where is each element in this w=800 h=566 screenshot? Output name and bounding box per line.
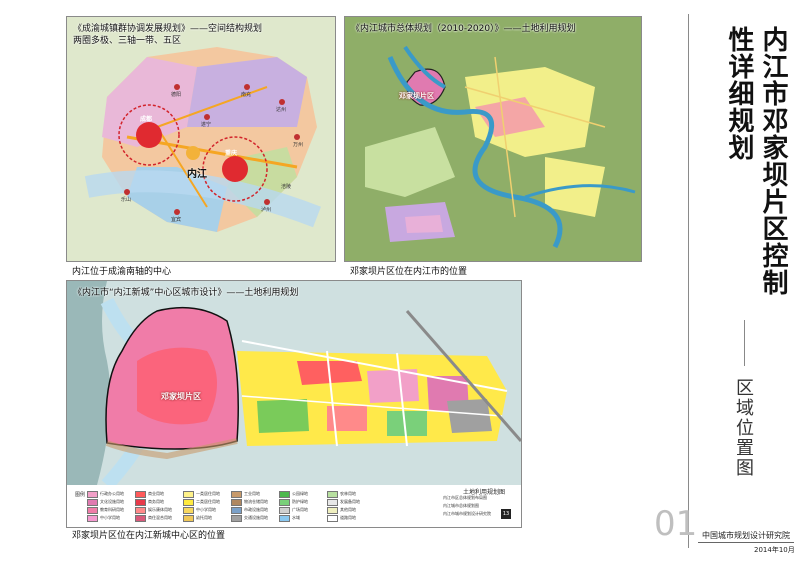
label-suining: 遂宁 (201, 122, 212, 128)
legend-label: 市政设施用地 (244, 507, 268, 512)
legend-swatch (183, 491, 194, 498)
panel2-title: 《内江城市总体规划（2010-2020）》——土地利用规划 (351, 24, 576, 34)
legend-label: 幼托用地 (196, 515, 212, 520)
legend-swatch (279, 515, 290, 522)
legend-label: 商务用地 (148, 499, 164, 504)
page-badge: 13 (501, 509, 511, 519)
legend-swatch (327, 507, 338, 514)
main-title: 内江市邓家坝片区控制性详细规划 (724, 26, 788, 296)
legend-label: 水域 (292, 515, 300, 520)
label-nanchong: 南充 (241, 92, 252, 98)
title-divider (744, 320, 745, 366)
panel-chengyu-structure: 《成渝城镇群协调发展规划》——空间结构规划 两圈多极、三轴一带、五区 成都 重庆… (66, 16, 336, 262)
legend-swatch (135, 491, 146, 498)
label-yibin: 宜宾 (171, 217, 182, 223)
label-wanzhou: 万州 (293, 142, 304, 148)
legend: 图例 行政办公用地 文化设施用地 教育科研用地 中小学用地 商业用地 商务用地 娱乐康体用地… (75, 491, 375, 525)
legend-notes: 内江市区总体规划布局图 内江城市总体规划图 内江市城市规划设计研究院 13 (443, 493, 513, 523)
new-town-landuse-map (67, 281, 521, 485)
legend-swatch (279, 499, 290, 506)
chengyu-structure-map (67, 17, 335, 261)
legend-label: 农林用地 (340, 491, 356, 496)
legend-label: 工业用地 (244, 491, 260, 496)
label-luzhou: 泸州 (261, 207, 272, 213)
legend-swatch (231, 491, 242, 498)
legend-swatch (87, 491, 98, 498)
panel2-caption: 邓家坝片区位在内江市的位置 (350, 267, 468, 277)
legend-label: 其他用地 (340, 507, 356, 512)
legend-note-2: 内江城市总体规划图 (443, 503, 479, 508)
panel1-subtitle: 两圈多极、三轴一带、五区 (73, 36, 182, 46)
legend-swatch (327, 499, 338, 506)
legend-label: 广场用地 (292, 507, 308, 512)
legend-swatch (279, 507, 290, 514)
panel3-title: 《内江市“内江新城”中心区城市设计》——土地利用规划 (73, 288, 299, 298)
legend-columns: 行政办公用地 文化设施用地 教育科研用地 中小学用地 商业用地 商务用地 娱乐康体用地 商住混… (87, 491, 377, 525)
label-chongqing: 重庆 (225, 150, 238, 157)
legend-swatch (279, 491, 290, 498)
legend-label: 行政办公用地 (100, 491, 124, 496)
legend-label: 公园绿地 (292, 491, 308, 496)
label-neijiang: 内江 (187, 169, 207, 180)
legend-heading: 图例 (75, 492, 86, 498)
legend-swatch (135, 507, 146, 514)
footer-line (698, 542, 794, 543)
legend-swatch (231, 507, 242, 514)
legend-swatch (87, 507, 98, 514)
legend-label: 发展备用地 (340, 499, 360, 504)
legend-note-3: 内江市城市规划设计研究院 (443, 511, 491, 516)
legend-label: 道路用地 (340, 515, 356, 520)
legend-swatch (183, 515, 194, 522)
legend-swatch (87, 515, 98, 522)
label-deyang: 德阳 (171, 92, 182, 98)
legend-swatch (87, 499, 98, 506)
institute-name: 中国城市规划设计研究院 (702, 531, 790, 540)
legend-swatch (231, 499, 242, 506)
legend-swatch (135, 515, 146, 522)
legend-label: 中小学用地 (196, 507, 216, 512)
neijiang-landuse-map (345, 17, 641, 261)
legend-label: 物流仓储用地 (244, 499, 268, 504)
legend-label: 一类居住用地 (196, 491, 220, 496)
legend-swatch (231, 515, 242, 522)
legend-swatch (183, 507, 194, 514)
panel-new-town-landuse: 《内江市“内江新城”中心区城市设计》——土地利用规划 邓家坝片区 土地利用规划图… (66, 280, 522, 528)
panel1-caption: 内江位于成渝南轴的中心 (72, 267, 172, 277)
legend-label: 娱乐康体用地 (148, 507, 172, 512)
legend-note-1: 内江市区总体规划布局图 (443, 495, 487, 500)
legend-label: 商业用地 (148, 491, 164, 496)
panel2-area-label: 邓家坝片区 (399, 92, 434, 100)
legend-swatch (327, 491, 338, 498)
legend-label: 文化设施用地 (100, 499, 124, 504)
legend-label: 交通设施用地 (244, 515, 268, 520)
panel-neijiang-master-plan: 《内江城市总体规划（2010-2020）》——土地利用规划 邓家坝片区 (344, 16, 642, 262)
legend-label: 教育科研用地 (100, 507, 124, 512)
legend-swatch (327, 515, 338, 522)
legend-label: 防护绿地 (292, 499, 308, 504)
sub-title: 区域位置图 (733, 378, 754, 478)
panel3-caption: 邓家坝片区位在内江新城中心区的位置 (72, 531, 226, 541)
label-dazhou: 达州 (276, 107, 287, 113)
legend-label: 二类居住用地 (196, 499, 220, 504)
label-fuling: 涪陵 (281, 184, 292, 190)
page-number: 01 (654, 504, 698, 544)
plan-date: 2014年10月 (754, 546, 795, 554)
label-leshan: 乐山 (121, 197, 132, 203)
legend-swatch (135, 499, 146, 506)
legend-label: 商住混合用地 (148, 515, 172, 520)
panel3-area-label: 邓家坝片区 (161, 392, 201, 401)
legend-swatch (183, 499, 194, 506)
legend-label: 中小学用地 (100, 515, 120, 520)
label-chengdu: 成都 (140, 116, 153, 123)
